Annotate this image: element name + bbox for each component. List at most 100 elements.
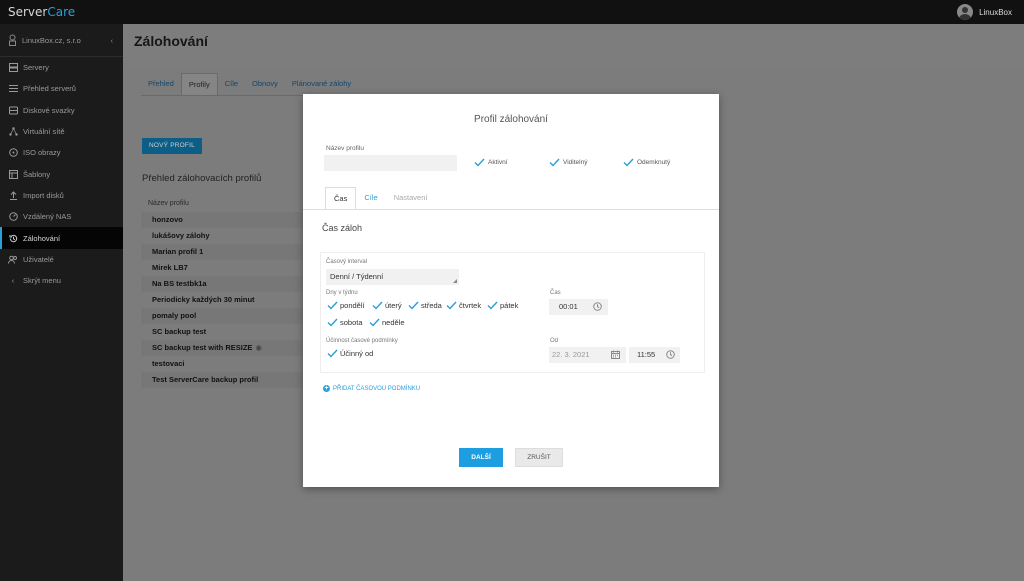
tab-obnovy[interactable]: Obnovy — [245, 73, 285, 96]
from-label: Od — [550, 338, 559, 344]
user-name: LinuxBox — [979, 7, 1012, 17]
day-checkbox-wednesday[interactable]: středa — [408, 301, 442, 310]
table-row[interactable]: Test ServerCare backup profil — [141, 372, 304, 388]
tab-prehled[interactable]: Přehled — [141, 73, 181, 96]
check-icon — [327, 318, 338, 327]
day-checkbox-sunday[interactable]: neděle — [369, 318, 405, 327]
tab-cile[interactable]: Cíle — [356, 187, 385, 210]
table-row[interactable]: Periodicky každých 30 minut — [141, 292, 304, 308]
active-checkbox[interactable]: Aktivní — [474, 158, 508, 167]
company-name: LinuxBox.cz, s.r.o — [22, 35, 81, 45]
from-time-input[interactable]: 11:55 — [629, 347, 680, 363]
tab-planovane-zalohy[interactable]: Plánované zálohy — [285, 73, 358, 96]
tab-profily[interactable]: Profily — [180, 73, 218, 96]
calendar-icon — [611, 350, 620, 359]
profile-name-label: Název profilu — [326, 145, 364, 152]
time-condition-box: Časový interval Denní / Týdenní Dny v tý… — [320, 252, 705, 373]
clock-icon — [666, 350, 675, 359]
clock-icon — [593, 302, 602, 311]
sidebar-item-servery[interactable]: Servery — [0, 57, 123, 78]
days-label: Dny v týdnu — [326, 290, 358, 296]
effective-from-checkbox[interactable]: Účinný od — [327, 349, 373, 358]
chevron-left-icon[interactable]: ‹ — [111, 36, 114, 45]
server-icon — [8, 63, 18, 73]
check-icon — [487, 301, 498, 310]
users-icon — [8, 254, 18, 264]
network-icon — [8, 127, 18, 137]
day-checkbox-monday[interactable]: pondělí — [327, 301, 365, 310]
upload-icon — [8, 190, 18, 200]
sidebar-item-vzdaleny-nas[interactable]: Vzdálený NAS — [0, 206, 123, 227]
list-icon — [8, 84, 18, 94]
disk-icon — [8, 105, 18, 115]
profile-name-input[interactable] — [324, 155, 457, 171]
nas-icon — [8, 212, 18, 222]
page-title: Zálohování — [134, 33, 208, 49]
day-checkbox-saturday[interactable]: sobota — [327, 318, 363, 327]
check-icon — [446, 301, 457, 310]
profile-modal: Profil zálohování Název profilu Aktivní … — [303, 94, 719, 487]
sidebar-item-diskove-svazky[interactable]: Diskové svazky — [0, 100, 123, 121]
sidebar-item-prehled-serveru[interactable]: Přehled serverů — [0, 78, 123, 99]
day-checkbox-tuesday[interactable]: úterý — [372, 301, 402, 310]
table-row[interactable]: honzovo — [141, 212, 304, 228]
check-icon — [549, 158, 560, 167]
column-header[interactable]: Název profilu — [148, 200, 189, 207]
interval-select[interactable]: Denní / Týdenní — [326, 269, 459, 285]
user-menu[interactable]: LinuxBox — [957, 4, 1012, 20]
page-tabs: Přehled Profily Cíle Obnovy Plánované zá… — [141, 73, 358, 96]
check-icon — [372, 301, 383, 310]
check-icon — [327, 301, 338, 310]
time-label: Čas — [550, 290, 561, 296]
table-row[interactable]: lukášovy zálohy — [141, 228, 304, 244]
check-icon — [474, 158, 485, 167]
table-row[interactable]: Marian profil 1 — [141, 244, 304, 260]
table-row[interactable]: SC backup test with RESIZE ◉ — [141, 340, 304, 356]
avatar — [957, 4, 974, 20]
tab-cile[interactable]: Cíle — [218, 73, 245, 96]
plus-icon: + — [323, 385, 330, 392]
table-row[interactable]: SC backup test — [141, 324, 304, 340]
table-row[interactable]: Na BS testbk1a — [141, 276, 304, 292]
sidebar-item-skryt-menu[interactable]: ‹ Skrýt menu — [0, 270, 123, 291]
sidebar-item-import-disku[interactable]: Import disků — [0, 185, 123, 206]
profiles-title: Přehled zálohovacích profilů — [142, 173, 262, 184]
table-row[interactable]: testovaci — [141, 356, 304, 372]
eye-icon: ◉ — [255, 343, 262, 352]
interval-label: Časový interval — [326, 259, 368, 265]
day-checkbox-friday[interactable]: pátek — [487, 301, 518, 310]
visible-checkbox[interactable]: Viditelný — [549, 158, 587, 167]
tab-cas[interactable]: Čas — [325, 187, 357, 210]
next-button[interactable]: DALŠÍ — [459, 448, 503, 467]
check-icon — [327, 349, 338, 358]
profiles-table: honzovo lukášovy zálohy Marian profil 1 … — [141, 212, 304, 388]
unlocked-checkbox[interactable]: Odemknutý — [623, 158, 670, 167]
sidebar-item-virtualni-site[interactable]: Virtuální sítě — [0, 121, 123, 142]
app-logo[interactable]: ServerCare — [8, 5, 75, 19]
sidebar-item-iso-obrazy[interactable]: ISO obrazy — [0, 142, 123, 163]
table-row[interactable]: pomaly pool — [141, 308, 304, 324]
sidebar-item-sablony[interactable]: Šablony — [0, 163, 123, 184]
sidebar-item-uzivatele[interactable]: Uživatelé — [0, 249, 123, 270]
table-row[interactable]: Mirek LB7 — [141, 260, 304, 276]
sidebar: LinuxBox.cz, s.r.o ‹ Servery Přehled ser… — [0, 24, 123, 581]
top-bar: ServerCare LinuxBox — [0, 0, 1024, 24]
from-date-input[interactable]: 22. 3. 2021 — [549, 347, 626, 363]
cancel-button[interactable]: ZRUŠIT — [515, 448, 563, 467]
add-time-condition-button[interactable]: + PŘIDAT ČASOVOU PODMÍNKU — [323, 385, 420, 392]
new-profile-button[interactable]: NOVÝ PROFIL — [142, 138, 202, 154]
backup-icon — [8, 233, 18, 243]
modal-tab-divider — [303, 209, 719, 210]
company-selector[interactable]: LinuxBox.cz, s.r.o ‹ — [0, 24, 123, 57]
modal-title: Profil zálohování — [474, 114, 548, 125]
time-input[interactable]: 00:01 — [549, 299, 608, 315]
day-checkbox-thursday[interactable]: čtvrtek — [446, 301, 481, 310]
resize-icon — [453, 279, 457, 283]
check-icon — [369, 318, 380, 327]
sidebar-item-zalohovani[interactable]: Zálohování — [0, 227, 123, 249]
tab-nastaveni[interactable]: Nastavení — [386, 187, 436, 210]
validity-label: Účinnost časové podmínky — [326, 338, 398, 344]
template-icon — [8, 169, 18, 179]
disc-icon — [8, 148, 18, 158]
modal-tabs: Čas Cíle Nastavení — [325, 187, 435, 210]
